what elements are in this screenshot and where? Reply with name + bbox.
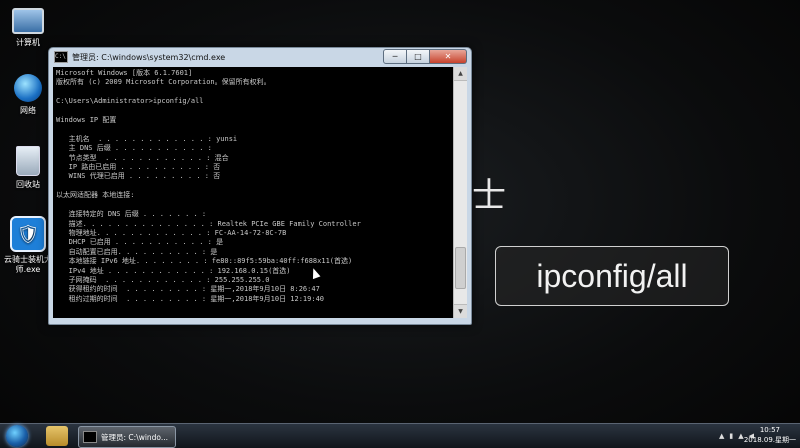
clock[interactable]: 10:57 2018.09.星期一 — [744, 425, 796, 445]
scroll-up-icon[interactable]: ▲ — [454, 67, 467, 81]
network-icon — [14, 74, 42, 102]
overlay-character: 士 — [472, 176, 506, 216]
console-line: WINS 代理已启用 . . . . . . . . . : 否 — [56, 172, 221, 181]
console-line: Microsoft Windows [版本 6.1.7601] — [56, 69, 193, 77]
taskbar-cmd-button[interactable]: 管理员: C:\windo... — [78, 426, 176, 448]
minimize-button[interactable]: ─ — [383, 49, 407, 64]
console-line: 描述. . . . . . . . . . . . . . . : Realte… — [56, 219, 361, 228]
console-line: 自动配置已启用. . . . . . . . . . : 是 — [56, 247, 218, 256]
close-button[interactable]: ✕ — [430, 49, 467, 64]
console-line: 主 DNS 后缀 . . . . . . . . . . . : — [56, 144, 212, 153]
console-line: 版权所有 (c) 2009 Microsoft Corporation。保留所有… — [56, 78, 271, 87]
battery-icon[interactable]: ▮ — [729, 432, 733, 440]
start-button[interactable] — [6, 425, 28, 447]
tray-expand-icon[interactable]: ▲ — [719, 432, 724, 440]
console-line: IPv4 地址 . . . . . . . . . . . . : 192.16… — [56, 266, 291, 275]
console-line: 主机名 . . . . . . . . . . . . . : yunsi — [56, 134, 238, 143]
console-line: 本地链接 IPv6 地址. . . . . . . . : fe80::89f5… — [56, 257, 353, 266]
command-caption: ipconfig/all — [495, 246, 729, 306]
window-titlebar[interactable]: C:\ 管理员: C:\windows\system32\cmd.exe ─ □… — [49, 48, 471, 66]
recycle-bin-icon — [16, 146, 40, 176]
taskbar-explorer-button[interactable] — [46, 426, 68, 446]
console-line: 连接特定的 DNS 后缀 . . . . . . . : — [56, 210, 207, 219]
console-line: 物理地址. . . . . . . . . . . . . : FC-AA-14… — [56, 228, 287, 237]
network-tray-icon[interactable]: ▲ — [738, 432, 743, 440]
taskbar-cmd-label: 管理员: C:\windo... — [101, 432, 169, 442]
console-line: DHCP 已启用 . . . . . . . . . . . : 是 — [56, 238, 224, 247]
taskbar: 管理员: C:\windo... ▲ ▮ ▲ ◀ 10:57 2018.09.星… — [0, 423, 800, 448]
console-line: Windows IP 配置 — [56, 116, 117, 125]
console-line: 子网掩码 . . . . . . . . . . . . : 255.255.2… — [56, 275, 270, 284]
maximize-button[interactable]: □ — [407, 49, 430, 64]
console-output[interactable]: Microsoft Windows [版本 6.1.7601] 版权所有 (c) … — [53, 67, 453, 318]
clock-time: 10:57 — [759, 426, 780, 434]
computer-icon — [12, 8, 44, 34]
console-line: 节点类型 . . . . . . . . . . . . : 混合 — [56, 153, 229, 162]
app-icon: 🛡 — [10, 216, 46, 252]
scroll-down-icon[interactable]: ▼ — [454, 304, 467, 318]
console-line: 租约过期的时间 . . . . . . . . . : 星期一,2018年9月1… — [56, 294, 325, 303]
cmd-icon: C:\ — [54, 51, 68, 63]
clock-date: 2018.09.星期一 — [743, 436, 796, 444]
scroll-thumb[interactable] — [455, 247, 466, 289]
desktop-icon-label: 计算机 — [16, 38, 40, 47]
window-title: 管理员: C:\windows\system32\cmd.exe — [72, 52, 226, 62]
console-line: C:\Users\Administrator>ipconfig/all — [56, 97, 204, 106]
console-line: 获得租约的时间 . . . . . . . . . : 星期一,2018年9月1… — [56, 285, 320, 294]
desktop-icon-computer[interactable]: 计算机 — [0, 4, 56, 48]
cmd-icon — [83, 431, 97, 443]
console-line: 以太网适配器 本地连接: — [56, 191, 135, 200]
vertical-scrollbar[interactable]: ▲ ▼ — [453, 67, 467, 318]
cmd-window[interactable]: C:\ 管理员: C:\windows\system32\cmd.exe ─ □… — [48, 47, 472, 325]
